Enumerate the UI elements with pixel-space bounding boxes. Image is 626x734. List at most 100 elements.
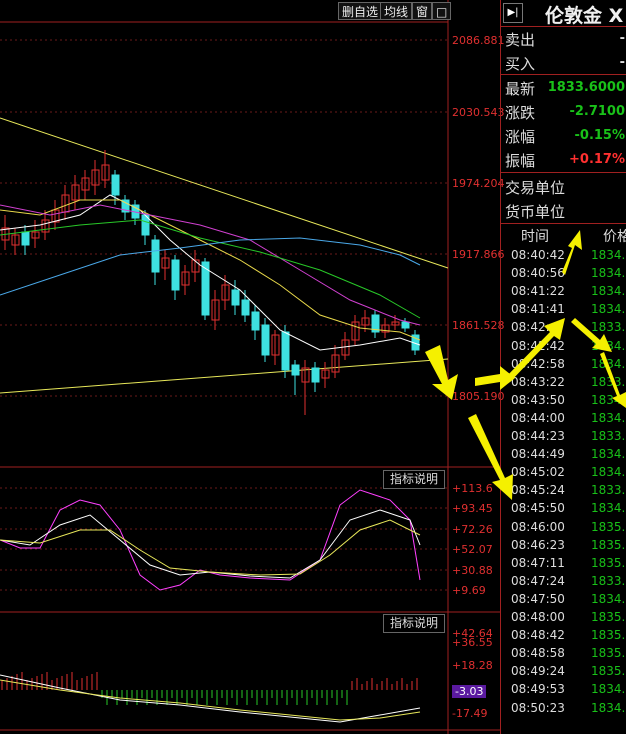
tick-price: 1835.1 <box>591 537 626 552</box>
tick-row: 08:41:22 1834.8 <box>501 283 626 301</box>
price-axis-label: 1974.204 <box>452 177 505 190</box>
remove-favorite-button[interactable]: 删自选 <box>338 2 383 20</box>
candle-body <box>171 259 180 291</box>
tick-price: 1834.6 <box>591 338 626 353</box>
tick-row: 08:49:53 1834.9 <box>501 681 626 699</box>
trade-unit-row: 交易单位 <box>505 175 626 199</box>
tick-row: 08:47:24 1833.8 <box>501 573 626 591</box>
tick-row: 08:45:24 1833.6 <box>501 482 626 500</box>
tick-price: 1835.0 <box>591 519 626 534</box>
tick-row: 08:46:00 1835.0 <box>501 519 626 537</box>
change-pct-label: 涨幅 <box>505 128 536 146</box>
change-pct-row: 涨幅 -0.15% <box>505 124 626 148</box>
tick-time: 08:45:02 <box>511 465 565 480</box>
tick-time: 08:49:24 <box>511 664 565 679</box>
amplitude-value: +0.17% <box>569 152 625 167</box>
latest-row: 最新 1833.6000 <box>505 76 626 100</box>
window-button[interactable]: 窗 <box>412 2 433 20</box>
currency-unit-row: 货币单位 <box>505 199 626 223</box>
candle-body <box>401 321 410 329</box>
tick-price: 1833.8 <box>591 573 626 588</box>
tick-price: 1835.0 <box>591 646 626 661</box>
divider <box>501 74 626 75</box>
latest-label: 最新 <box>505 80 536 98</box>
collapse-panel-icon[interactable]: ▶| <box>503 3 523 23</box>
ma20-line <box>0 204 421 326</box>
tick-price: 1833.6 <box>591 374 626 389</box>
trade-unit-label: 交易单位 <box>505 179 566 197</box>
macd-current-value-badge: -3.03 <box>452 685 487 698</box>
moving-average-button[interactable]: 均线 <box>380 2 413 20</box>
change-label: 涨跌 <box>505 104 536 122</box>
latest-value: 1833.6000 <box>547 80 625 95</box>
tick-price: 1834.6 <box>591 501 626 516</box>
tick-row: 08:42:58 1834.4 <box>501 356 626 374</box>
tick-price: 1834.8 <box>591 392 626 407</box>
kdj-j-line <box>0 489 421 591</box>
tick-time: 08:42:42 <box>511 338 565 353</box>
tick-row: 08:40:56 1834.8 <box>501 265 626 283</box>
tick-price: 1833.5 <box>591 320 626 335</box>
tick-time: 08:47:11 <box>511 555 565 570</box>
tick-price: 1835.3 <box>591 628 626 643</box>
tick-row: 08:47:50 1834.8 <box>501 591 626 609</box>
macd-indicator-help-button[interactable]: 指标说明 <box>383 614 446 633</box>
kdj-axis-label: +30.88 <box>452 564 493 577</box>
candle-body <box>281 331 290 371</box>
kdj-axis-label: +113.6 <box>452 482 493 495</box>
tick-row: 08:48:58 1835.0 <box>501 645 626 663</box>
tick-row: 08:48:42 1835.3 <box>501 627 626 645</box>
price-axis-label: 1917.866 <box>452 248 505 261</box>
maximize-icon[interactable]: □ <box>432 2 452 20</box>
tick-time: 08:45:50 <box>511 501 565 516</box>
tick-time: 08:50:23 <box>511 700 565 715</box>
tick-time: 08:41:22 <box>511 284 565 299</box>
sell-value: - <box>619 31 625 46</box>
amplitude-row: 振幅 +0.17% <box>505 148 626 172</box>
candle-body <box>311 367 320 383</box>
tick-price: 1833.5 <box>591 429 626 443</box>
tick-price: 1834.9 <box>591 682 626 697</box>
tick-time: 08:48:42 <box>511 628 565 643</box>
tick-list[interactable]: 08:40:42 1834.8 08:40:56 1834.8 08:41:22 1834… <box>501 247 626 734</box>
tick-price: 1835.1 <box>591 555 626 570</box>
candle-body <box>151 239 160 273</box>
tick-time: 08:46:00 <box>511 519 565 534</box>
candle-body <box>21 231 30 246</box>
tick-price: 1834.8 <box>591 266 626 281</box>
tick-time: 08:47:24 <box>511 573 565 588</box>
tick-price: 1834.9 <box>591 410 626 425</box>
tick-price: 1835.1 <box>591 664 626 679</box>
tick-row: 08:44:49 1834.6 <box>501 446 626 464</box>
tick-price: 1834.8 <box>591 284 626 299</box>
tick-row: 08:44:23 1833.5 <box>501 428 626 446</box>
kdj-k-line <box>0 509 421 579</box>
tick-time: 08:42:58 <box>511 356 565 371</box>
trend-line-upper <box>0 117 449 269</box>
tick-time: 08:43:50 <box>511 392 565 407</box>
instrument-title: 伦敦金 X <box>545 5 624 27</box>
candle-body <box>241 299 250 316</box>
tick-row: 08:42: 1833.5 <box>501 319 626 337</box>
sell-label: 卖出 <box>505 31 536 49</box>
tick-row: 08:40:42 1834.8 <box>501 247 626 265</box>
price-axis-label: 1861.528 <box>452 319 505 332</box>
kdj-d-line <box>0 519 421 576</box>
tick-price: 1834.4 <box>591 356 626 371</box>
price-column-header: 价格 <box>603 229 626 245</box>
tick-time: 08:44:23 <box>511 429 565 443</box>
tick-price: 1833.6 <box>591 483 626 498</box>
ma10-line <box>0 199 421 341</box>
tick-row: 08:46:23 1835.1 <box>501 537 626 555</box>
tick-time: 08:46:23 <box>511 537 565 552</box>
kdj-indicator-help-button[interactable]: 指标说明 <box>383 470 446 489</box>
tick-row: 08:47:11 1835.1 <box>501 555 626 573</box>
buy-label: 买入 <box>505 55 536 73</box>
tick-time: 08:48:00 <box>511 610 565 624</box>
tick-row: 08:48:00 1835.1 <box>501 609 626 627</box>
tick-time: 08:48:58 <box>511 646 565 661</box>
chart-area[interactable]: 删自选 均线 窗 □ 2086.881 2030.543 1974.204 19… <box>0 0 505 734</box>
candle-body <box>291 364 300 376</box>
tick-row: 08:41:41 1834.7 <box>501 301 626 319</box>
tick-time: 08:41:41 <box>511 302 565 317</box>
